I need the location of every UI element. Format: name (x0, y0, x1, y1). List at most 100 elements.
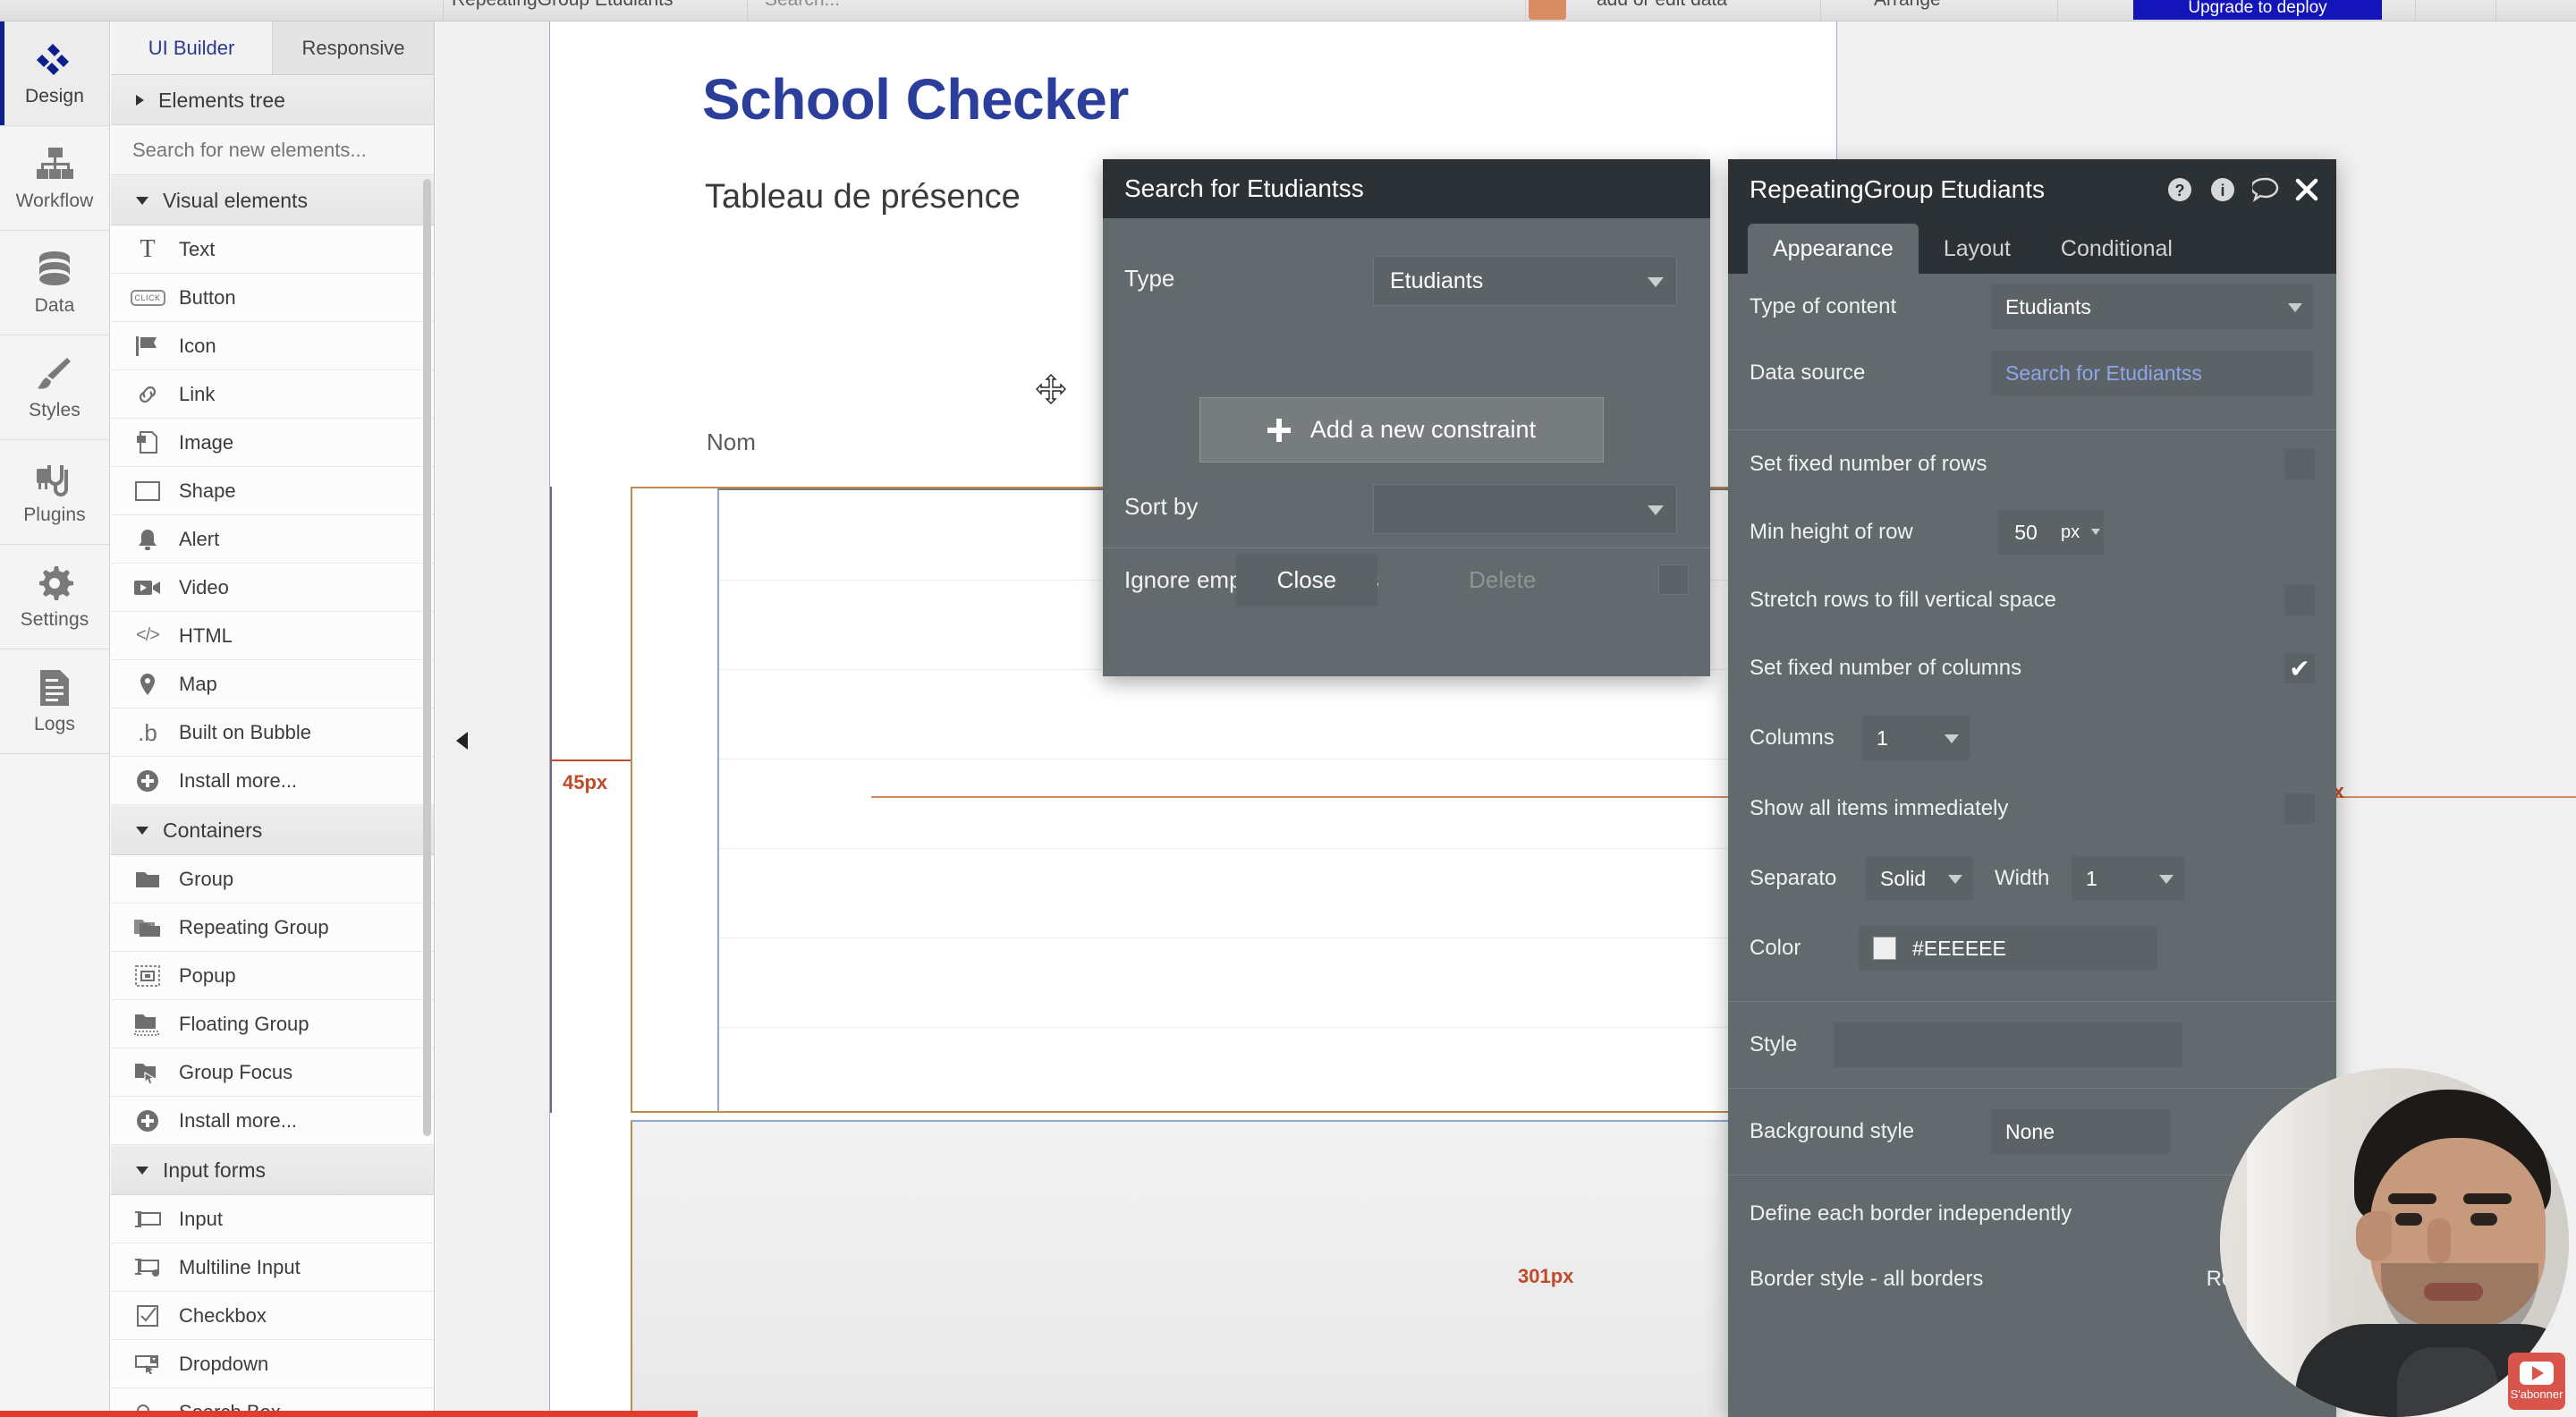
element-item-map[interactable]: Map (111, 660, 434, 708)
section-header-input-forms[interactable]: Input forms (111, 1145, 434, 1195)
rail-item-design[interactable]: Design (0, 21, 109, 126)
element-item-text[interactable]: T Text (111, 225, 434, 274)
element-item-dropdown[interactable]: Dropdown (111, 1340, 434, 1388)
lower-group-block[interactable] (631, 1120, 1834, 1417)
collapse-panel-arrow-icon[interactable] (456, 732, 468, 750)
element-item-image[interactable]: Image (111, 419, 434, 467)
element-item-html[interactable]: </> HTML (111, 612, 434, 660)
set-fixed-columns-checkbox[interactable]: ✔ (2284, 653, 2315, 683)
element-item-input[interactable]: Input (111, 1195, 434, 1243)
chevron-down-icon (136, 1166, 148, 1175)
separator-value: Solid (1880, 866, 1927, 890)
sort-by-select[interactable] (1373, 484, 1677, 534)
arrange-label[interactable]: Arrange (1874, 0, 1941, 11)
element-item-icon[interactable]: Icon (111, 322, 434, 370)
tab-appearance[interactable]: Appearance (1748, 224, 1919, 274)
columns-select[interactable]: 1 (1862, 716, 1970, 760)
input-field-icon (134, 1207, 161, 1232)
min-height-input[interactable]: 50 (1998, 510, 2054, 555)
set-fixed-rows-checkbox[interactable] (2284, 449, 2315, 479)
search-input[interactable] (132, 138, 434, 162)
element-label: Dropdown (179, 1352, 269, 1375)
rail-item-styles[interactable]: Styles (0, 335, 109, 440)
background-style-select[interactable]: None (1991, 1109, 2170, 1154)
element-item-multiline-input[interactable]: Multiline Input (111, 1243, 434, 1292)
separator-style-select[interactable]: Solid (1866, 856, 1973, 901)
click-button-icon: CLICK (130, 285, 165, 310)
element-label: Image (179, 430, 234, 454)
color-swatch[interactable] (1873, 937, 1896, 960)
element-search-row (111, 125, 434, 175)
type-of-content-select[interactable]: Etudiants (1991, 284, 2313, 329)
type-select[interactable]: Etudiants (1373, 256, 1677, 306)
info-icon[interactable]: i (2209, 176, 2236, 203)
close-icon[interactable] (2295, 178, 2318, 201)
element-item-install-more-visual[interactable]: Install more... (111, 757, 434, 805)
tab-conditional[interactable]: Conditional (2036, 224, 2198, 274)
element-label: Link (179, 382, 216, 405)
element-item-group-focus[interactable]: Group Focus (111, 1048, 434, 1097)
stretch-rows-checkbox[interactable] (2284, 585, 2315, 615)
element-item-popup[interactable]: Popup (111, 952, 434, 1000)
min-height-unit-select[interactable]: px (2054, 510, 2104, 555)
tab-layout[interactable]: Layout (1919, 224, 2036, 274)
rail-item-workflow[interactable]: Workflow (0, 126, 109, 231)
close-button[interactable]: Close (1235, 554, 1378, 607)
rail-label-workflow: Workflow (15, 191, 94, 211)
add-a-new-constraint-button[interactable]: Add a new constraint (1199, 397, 1604, 462)
element-item-built-on-bubble[interactable]: .b Built on Bubble (111, 708, 434, 757)
dropdown-icon (134, 1352, 161, 1377)
element-label: Map (179, 672, 217, 695)
search-input[interactable]: Search... (765, 0, 840, 11)
tab-responsive[interactable]: Responsive (273, 21, 434, 74)
element-item-install-more-containers[interactable]: Install more... (111, 1097, 434, 1145)
rail-item-plugins[interactable]: Plugins (0, 440, 109, 545)
rail-item-logs[interactable]: Logs (0, 649, 109, 754)
element-item-repeating-group[interactable]: Repeating Group (111, 904, 434, 952)
chevron-down-icon (1648, 277, 1664, 287)
folder-cursor-icon (134, 1060, 161, 1085)
element-item-group[interactable]: Group (111, 855, 434, 904)
element-item-link[interactable]: Link (111, 370, 434, 419)
design-paint-icon (34, 39, 75, 81)
plug-icon (34, 458, 75, 499)
bubble-b-icon: .b (138, 718, 157, 746)
comment-icon[interactable] (2252, 177, 2279, 202)
add-or-edit-data-label[interactable]: add or edit data (1597, 0, 1727, 11)
dialog-body: Type Etudiants Add a new constraint Sort… (1103, 218, 1710, 612)
subscribe-button[interactable]: S'abonner (2508, 1353, 2565, 1410)
min-height-value: 50 (2014, 520, 2038, 544)
element-item-shape[interactable]: Shape (111, 467, 434, 515)
upgrade-to-deploy-button[interactable]: Upgrade to deploy (2133, 0, 2382, 20)
elements-tree-header[interactable]: Elements tree (111, 75, 434, 125)
style-select[interactable] (1834, 1022, 2182, 1067)
width-label: Width (1995, 866, 2050, 890)
data-source-field[interactable]: Search for Etudiantss (1991, 351, 2313, 395)
help-icon[interactable]: ? (2166, 176, 2193, 203)
progress-bar (0, 1411, 698, 1417)
preview-button[interactable] (1529, 0, 1566, 20)
element-item-floating-group[interactable]: Floating Group (111, 1000, 434, 1048)
color-input[interactable]: #EEEEEE (1859, 926, 2157, 971)
elements-panel-scrollbar[interactable] (423, 179, 431, 1136)
section-header-containers[interactable]: Containers (111, 805, 434, 855)
columns-label: Columns (1750, 725, 1835, 750)
bell-icon (134, 527, 161, 552)
separator-width-select[interactable]: 1 (2072, 856, 2184, 901)
element-label: Popup (179, 963, 236, 987)
show-all-items-checkbox[interactable] (2284, 793, 2315, 824)
element-item-checkbox[interactable]: Checkbox (111, 1292, 434, 1340)
element-label: Video (179, 575, 229, 598)
type-of-content-label: Type of content (1750, 294, 1897, 318)
set-fixed-rows-row: Set fixed number of rows (1728, 430, 2336, 498)
image-icon (134, 430, 161, 455)
element-item-video[interactable]: Video (111, 564, 434, 612)
style-label: Style (1750, 1032, 1798, 1056)
element-item-alert[interactable]: Alert (111, 515, 434, 564)
element-item-button[interactable]: CLICK Button (111, 274, 434, 322)
tab-ui-builder[interactable]: UI Builder (111, 21, 273, 74)
section-header-visual-elements[interactable]: Visual elements (111, 175, 434, 225)
stretch-rows-row: Stretch rows to fill vertical space (1728, 566, 2336, 634)
rail-item-settings[interactable]: Settings (0, 545, 109, 649)
rail-item-data[interactable]: Data (0, 231, 109, 335)
